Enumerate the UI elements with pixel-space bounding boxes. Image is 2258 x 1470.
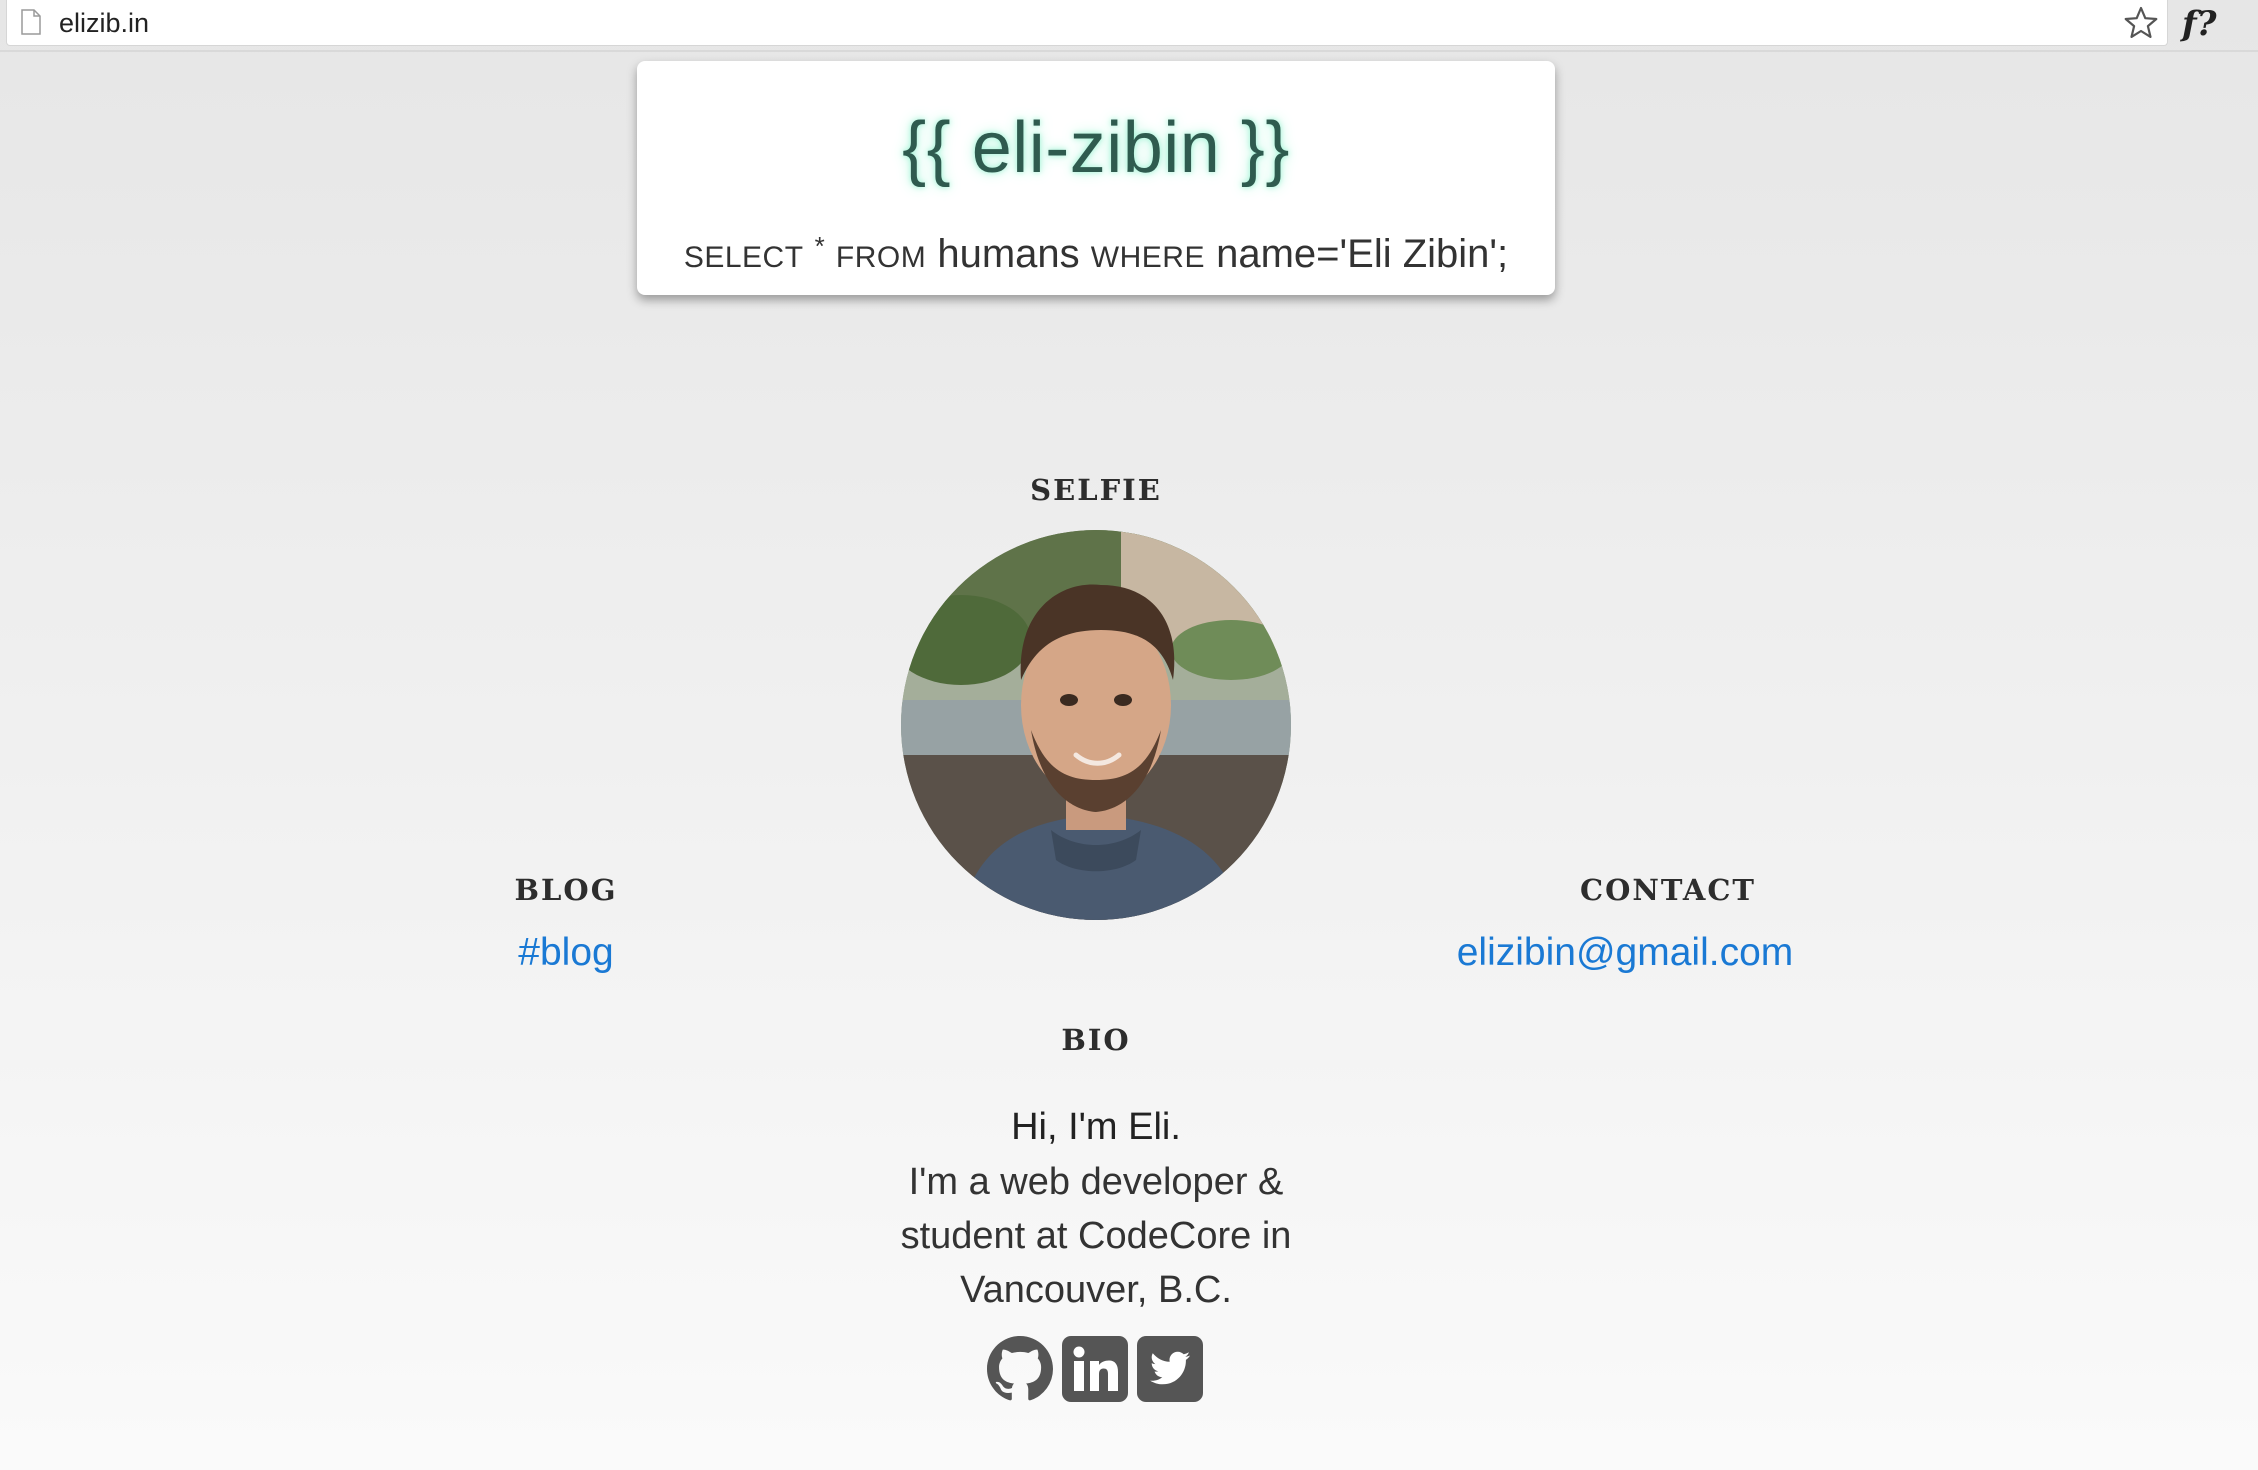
twitter-icon[interactable]: [1137, 1336, 1203, 1402]
extension-button[interactable]: f?: [2182, 2, 2252, 46]
sql-condition: name='Eli Zibin';: [1216, 232, 1509, 276]
github-icon[interactable]: [987, 1336, 1053, 1402]
page-icon: [21, 9, 41, 35]
linkedin-icon[interactable]: [1062, 1336, 1128, 1402]
sql-tagline: SELECT * FROM humans WHERE name='Eli Zib…: [637, 221, 1555, 283]
bio-heading: BIO: [1061, 1023, 1131, 1057]
selfie-heading: SELFIE: [1030, 473, 1162, 507]
contact-heading: CONTACT: [1579, 873, 1756, 907]
bio-text: I'm a web developer & student at CodeCor…: [846, 1155, 1346, 1317]
bio-line: I'm a web developer &: [908, 1161, 1284, 1203]
email-link[interactable]: elizibin@gmail.com: [1425, 928, 1825, 978]
portrait-photo: [901, 530, 1291, 920]
bio-greeting: Hi, I'm Eli.: [1011, 1106, 1181, 1148]
blog-link[interactable]: #blog: [466, 928, 666, 978]
site-title: {{ eli-zibin }}: [902, 108, 1290, 188]
sql-table: humans: [937, 232, 1080, 276]
sql-select: SELECT: [683, 241, 804, 274]
sql-from: FROM: [835, 241, 927, 274]
header-card: {{ eli-zibin }} SELECT * FROM humans WHE…: [637, 61, 1555, 295]
blog-heading: BLOG: [514, 873, 618, 907]
avatar: [901, 530, 1291, 920]
chrome-divider: [0, 50, 2258, 52]
bio-line: student at CodeCore in: [900, 1215, 1292, 1257]
sql-where: WHERE: [1090, 241, 1205, 274]
bio-line: Vancouver, B.C.: [960, 1269, 1232, 1311]
url-text[interactable]: elizib.in: [59, 7, 149, 39]
star-icon[interactable]: [2123, 5, 2159, 41]
address-bar[interactable]: elizib.in: [6, 0, 2168, 46]
sql-star: *: [814, 231, 825, 261]
